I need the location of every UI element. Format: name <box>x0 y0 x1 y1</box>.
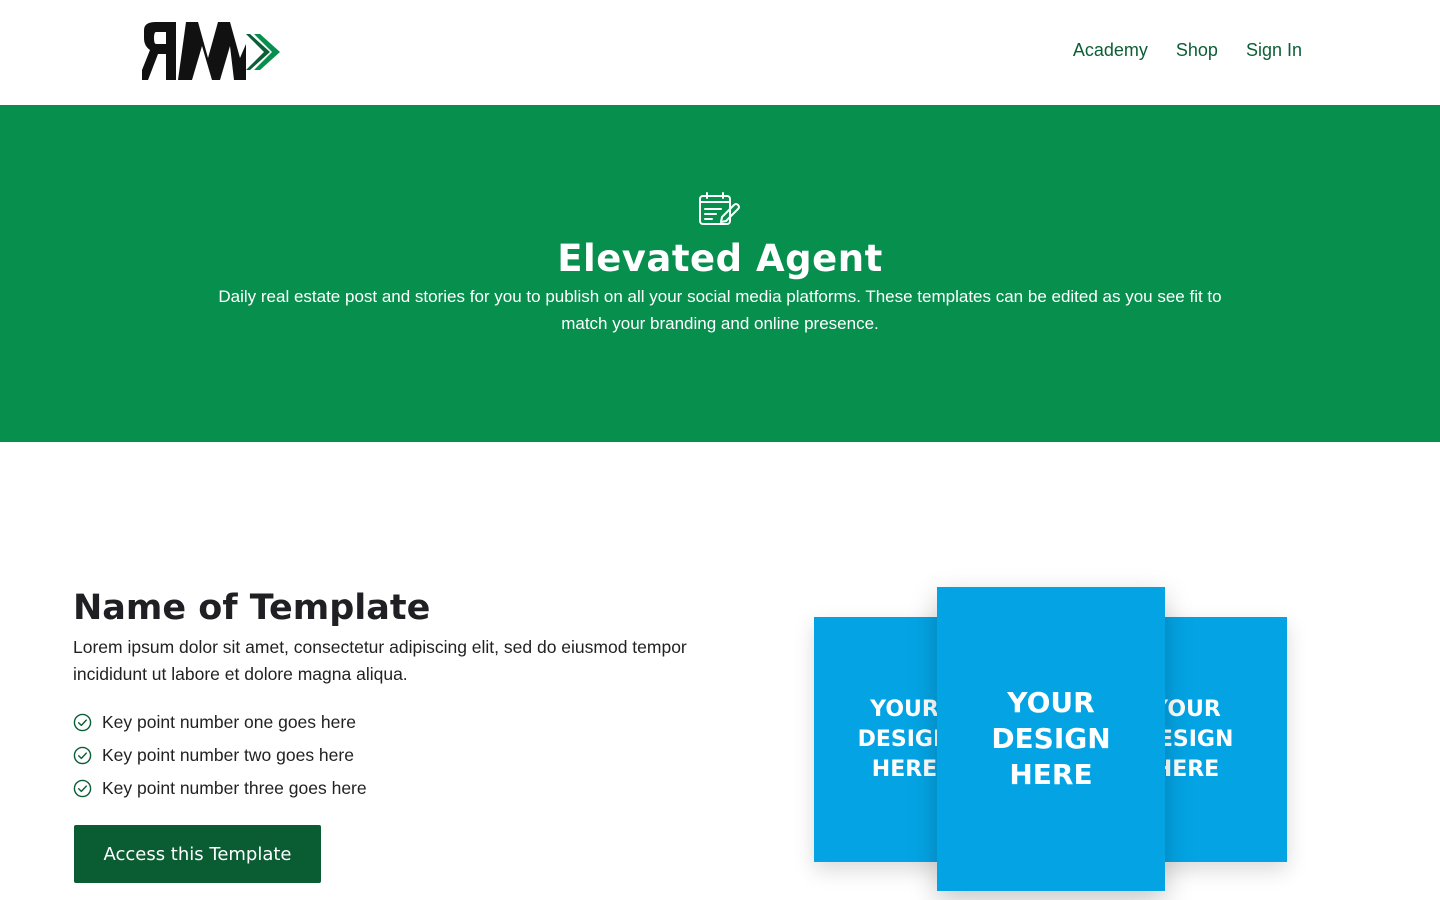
nav-academy-link[interactable]: Academy <box>1073 40 1148 61</box>
mockup-card-center: YOUR DESIGN HERE <box>937 587 1165 891</box>
key-points-list: Key point number one goes here Key point… <box>73 706 367 805</box>
mockup-text: HERE <box>1009 758 1093 791</box>
key-point-item: Key point number two goes here <box>73 739 367 772</box>
check-circle-icon <box>73 746 92 765</box>
nav-shop-link[interactable]: Shop <box>1176 40 1218 61</box>
key-point-item: Key point number one goes here <box>73 706 367 739</box>
template-title: Name of Template <box>73 588 431 628</box>
mockup-card-right: YOUR DESIGN HERE <box>1152 617 1287 862</box>
main-nav: Academy Shop Sign In <box>1073 40 1302 61</box>
site-header: Academy Shop Sign In <box>0 0 1440 105</box>
mockup-card-left: YOUR DESIGN HERE <box>814 617 949 862</box>
mockup-text: DESIGN <box>991 722 1111 755</box>
calendar-edit-icon <box>699 192 740 225</box>
check-circle-icon <box>73 713 92 732</box>
access-template-button[interactable]: Access this Template <box>74 825 321 883</box>
check-circle-icon <box>73 779 92 798</box>
mockup-text: YOUR <box>1007 686 1095 719</box>
mockup-text: HERE <box>871 756 938 782</box>
key-point-text: Key point number one goes here <box>102 712 356 732</box>
hero-banner: Elevated Agent Daily real estate post an… <box>0 105 1440 442</box>
hero-subtitle: Daily real estate post and stories for y… <box>218 287 1222 333</box>
nav-sign-in-link[interactable]: Sign In <box>1246 40 1302 61</box>
key-point-text: Key point number two goes here <box>102 745 354 765</box>
mockup-text: DESIGN <box>857 726 949 752</box>
template-description: Lorem ipsum dolor sit amet, consectetur … <box>73 637 687 684</box>
rm-logo[interactable] <box>142 20 282 84</box>
key-point-item: Key point number three goes here <box>73 772 367 805</box>
hero-title: Elevated Agent <box>557 237 883 280</box>
key-point-text: Key point number three goes here <box>102 778 367 798</box>
design-mockup: YOUR DESIGN HERE YOUR DESIGN HERE YOUR D… <box>800 575 1300 900</box>
mockup-text: YOUR <box>870 696 939 722</box>
